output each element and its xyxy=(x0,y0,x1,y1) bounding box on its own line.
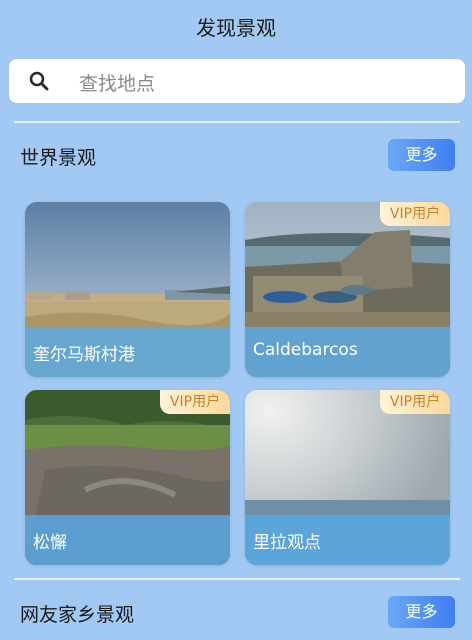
card-title: 松懈 xyxy=(33,533,67,553)
card-title: Caldebarcos xyxy=(253,340,358,360)
landscape-card-1[interactable]: 奎尔马斯村港 xyxy=(25,202,230,377)
card-label: Caldebarcos xyxy=(245,327,450,377)
card-label: 奎尔马斯村港 xyxy=(25,327,230,377)
landscape-card-2[interactable]: VIP用户 Caldebarcos xyxy=(245,202,450,377)
vip-badge: VIP用户 xyxy=(380,390,450,414)
section-title-world: 世界景观 xyxy=(20,147,97,169)
vip-badge: VIP用户 xyxy=(160,390,230,414)
section-title-hometown: 网友家乡景观 xyxy=(20,604,135,626)
card-label: 里拉观点 xyxy=(245,515,450,565)
more-button-world[interactable]: 更多 xyxy=(388,139,455,171)
card-title: 里拉观点 xyxy=(253,533,321,553)
card-label: 松懈 xyxy=(25,515,230,565)
divider xyxy=(14,578,460,580)
vip-badge: VIP用户 xyxy=(380,202,450,226)
landscape-card-4[interactable]: VIP用户 里拉观点 xyxy=(245,390,450,565)
divider xyxy=(14,121,460,123)
search-icon xyxy=(29,71,49,91)
more-button-hometown[interactable]: 更多 xyxy=(388,596,455,628)
page-title: 发现景观 xyxy=(196,16,276,40)
card-title: 奎尔马斯村港 xyxy=(33,345,135,365)
landscape-card-3[interactable]: VIP用户 松懈 xyxy=(25,390,230,565)
search-bar[interactable]: 查找地点 xyxy=(9,59,465,103)
search-placeholder[interactable]: 查找地点 xyxy=(79,69,155,96)
